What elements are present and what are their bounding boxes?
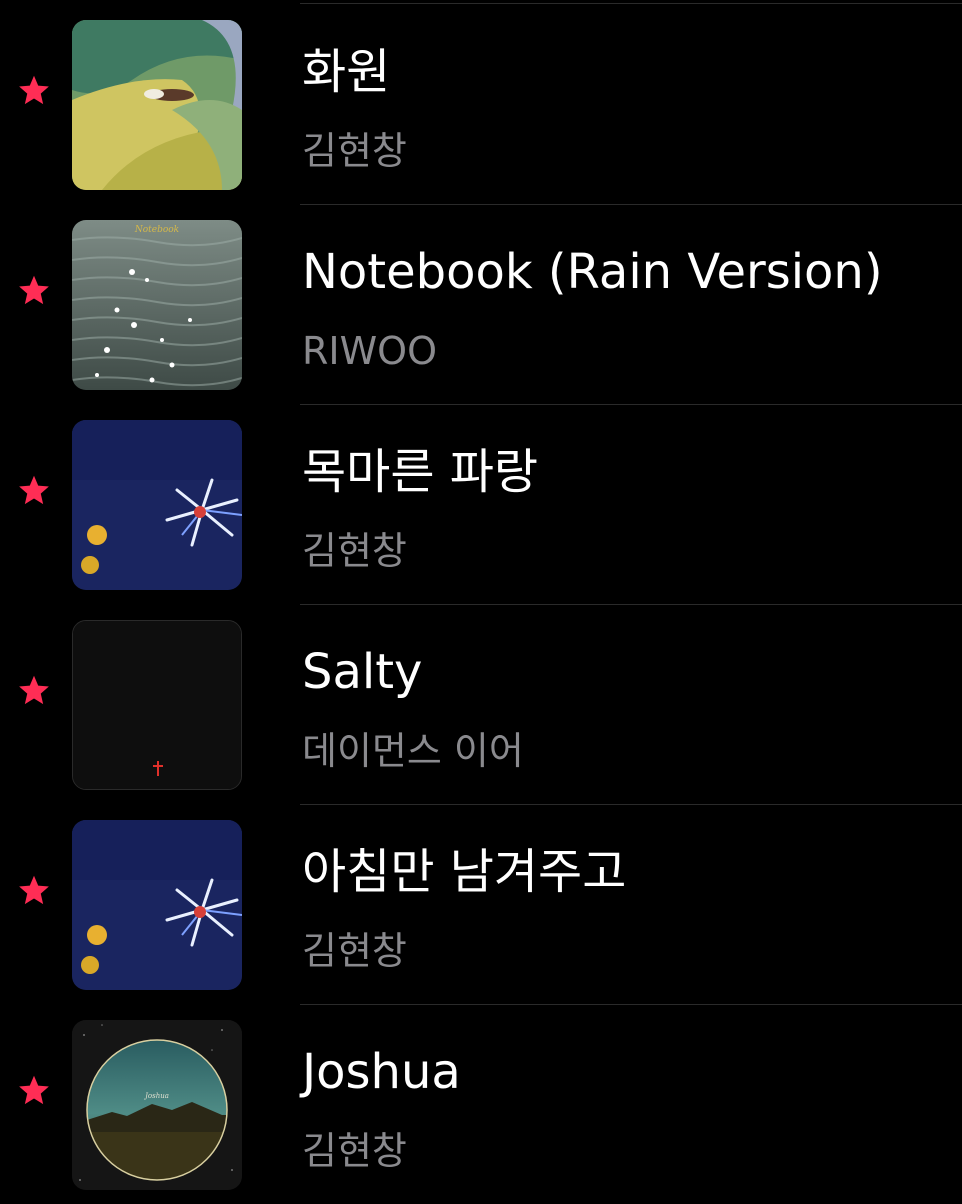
song-artist: 김현창 [302,929,407,973]
favorite-star-icon [19,75,49,105]
album-artwork: Notebook [72,220,242,390]
favorite-star-icon [19,1075,49,1105]
svg-text:Notebook: Notebook [134,225,179,235]
favorite-star-icon [19,475,49,505]
song-row[interactable]: 아침만 남겨주고 김현창 [0,804,962,1005]
album-artwork [72,20,242,190]
song-title: Joshua [302,1044,461,1100]
song-row[interactable]: Notebook Notebook (Rain Version) RIWOO [0,204,962,405]
song-title: 아침만 남겨주고 [302,844,627,900]
album-artwork [72,620,242,790]
song-artist: RIWOO [302,329,438,373]
album-artwork [72,820,242,990]
song-artist: 김현창 [302,529,407,573]
favorite-star-icon [19,275,49,305]
song-row[interactable]: 화원 김현창 [0,4,962,205]
song-artist: 김현창 [302,129,407,173]
song-title: Notebook (Rain Version) [302,244,883,300]
svg-text:Joshua: Joshua [143,1092,169,1100]
album-artwork: Joshua [72,1020,242,1190]
song-artist: 김현창 [302,1129,407,1173]
song-row[interactable]: 목마른 파랑 김현창 [0,404,962,605]
song-title: Salty [302,644,423,700]
song-title: 목마른 파랑 [302,444,539,500]
favorite-star-icon [19,875,49,905]
favorite-star-icon [19,675,49,705]
song-row[interactable]: Salty 데이먼스 이어 [0,604,962,805]
song-artist: 데이먼스 이어 [302,729,524,773]
song-row[interactable]: Joshua Joshua 김현창 [0,1004,962,1204]
song-title: 화원 [302,44,391,100]
album-artwork [72,420,242,590]
